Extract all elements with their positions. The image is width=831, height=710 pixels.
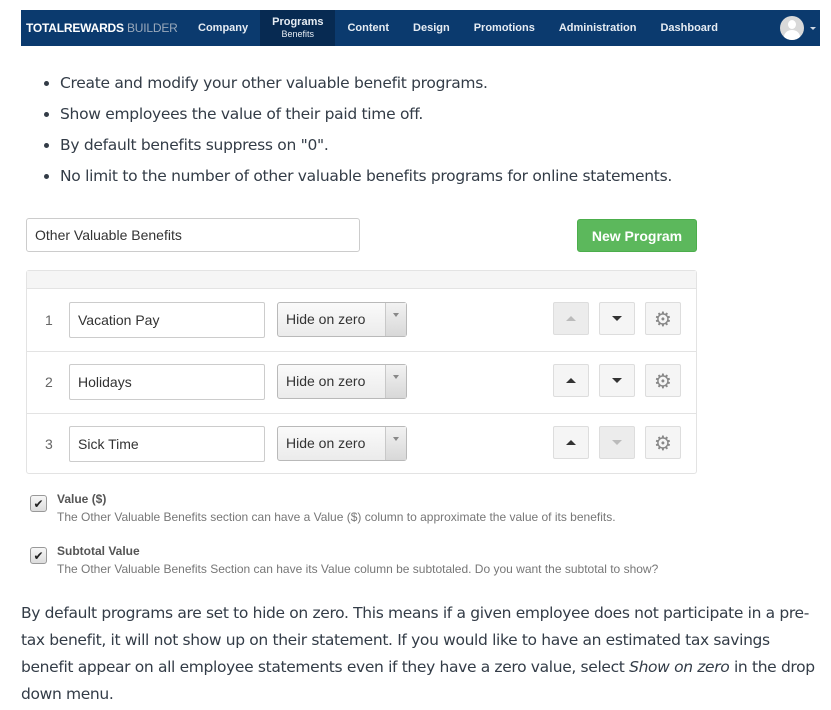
program-index: 2 [45, 374, 53, 390]
hide-on-zero-explanation: By default programs are set to hide on z… [21, 600, 821, 708]
check-icon: ✔ [33, 496, 44, 511]
gear-icon: ⚙ [654, 306, 672, 331]
nav-item-design[interactable]: Design [401, 10, 462, 46]
select-arrow-icon [385, 365, 406, 398]
program-row: 3 Sick Time Hide on zero ⚙ [27, 413, 696, 475]
arrow-up-icon [566, 440, 576, 445]
brand-logo[interactable]: TOTALREWARDS BUILDER [21, 21, 186, 35]
gear-icon: ⚙ [654, 430, 672, 455]
program-row: 1 Vacation Pay Hide on zero ⚙ [27, 289, 696, 352]
visibility-select[interactable]: Hide on zero [277, 426, 407, 461]
bullet-item: By default benefits suppress on "0". [60, 130, 672, 161]
value-option-description: The Other Valuable Benefits section can … [57, 510, 616, 524]
move-up-button[interactable] [553, 302, 589, 335]
move-up-button[interactable] [553, 426, 589, 459]
move-down-button[interactable] [599, 364, 635, 397]
arrow-up-icon [566, 378, 576, 383]
settings-button[interactable]: ⚙ [645, 426, 681, 459]
program-row: 2 Holidays Hide on zero ⚙ [27, 351, 696, 414]
program-name-input[interactable]: Holidays [69, 364, 265, 400]
program-index: 1 [45, 312, 53, 328]
program-name-input[interactable]: Sick Time [69, 426, 265, 462]
select-arrow-icon [385, 427, 406, 460]
user-menu-caret-icon[interactable] [810, 26, 816, 30]
visibility-select-value: Hide on zero [286, 435, 366, 451]
gear-icon: ⚙ [654, 368, 672, 393]
top-navbar: TOTALREWARDS BUILDER Company Programs Be… [21, 10, 820, 46]
nav-item-programs-label: Programs [272, 16, 324, 28]
panel-header [27, 271, 696, 289]
move-up-button[interactable] [553, 364, 589, 397]
program-index: 3 [45, 436, 53, 452]
bullet-item: No limit to the number of other valuable… [60, 161, 672, 192]
move-down-button[interactable] [599, 426, 635, 459]
new-program-button[interactable]: New Program [577, 219, 697, 252]
nav-item-programs-sublabel: Benefits [281, 29, 315, 39]
brand-primary: TOTALREWARDS [26, 21, 124, 35]
section-name-input[interactable]: Other Valuable Benefits [26, 218, 360, 252]
nav-item-content[interactable]: Content [335, 10, 401, 46]
nav-item-company[interactable]: Company [186, 10, 260, 46]
settings-button[interactable]: ⚙ [645, 302, 681, 335]
nav-item-dashboard[interactable]: Dashboard [648, 10, 729, 46]
nav-item-programs[interactable]: Programs Benefits [260, 10, 336, 46]
feature-bullet-list: Create and modify your other valuable be… [40, 68, 672, 192]
bullet-item: Show employees the value of their paid t… [60, 99, 672, 130]
visibility-select-value: Hide on zero [286, 373, 366, 389]
visibility-select-value: Hide on zero [286, 311, 366, 327]
value-checkbox[interactable]: ✔ [30, 495, 47, 512]
value-option-title: Value ($) [57, 492, 107, 506]
subtotal-option-description: The Other Valuable Benefits Section can … [57, 562, 659, 576]
visibility-select[interactable]: Hide on zero [277, 302, 407, 337]
nav-item-promotions[interactable]: Promotions [462, 10, 547, 46]
program-name-input[interactable]: Vacation Pay [69, 302, 265, 338]
user-avatar[interactable] [780, 16, 804, 40]
move-down-button[interactable] [599, 302, 635, 335]
arrow-down-icon [612, 378, 622, 383]
avatar-body [784, 30, 800, 40]
programs-panel: 1 Vacation Pay Hide on zero ⚙ 2 Holidays… [26, 270, 697, 474]
visibility-select[interactable]: Hide on zero [277, 364, 407, 399]
select-arrow-icon [385, 303, 406, 336]
arrow-up-icon [566, 316, 576, 321]
check-icon: ✔ [33, 548, 44, 563]
avatar-head [788, 20, 796, 29]
settings-button[interactable]: ⚙ [645, 364, 681, 397]
subtotal-checkbox[interactable]: ✔ [30, 547, 47, 564]
nav-item-administration[interactable]: Administration [547, 10, 649, 46]
arrow-down-icon [612, 316, 622, 321]
arrow-down-icon [612, 440, 622, 445]
bullet-item: Create and modify your other valuable be… [60, 68, 672, 99]
subtotal-option-title: Subtotal Value [57, 544, 140, 558]
explanation-emphasis: Show on zero [629, 658, 730, 676]
brand-secondary: BUILDER [126, 21, 178, 35]
